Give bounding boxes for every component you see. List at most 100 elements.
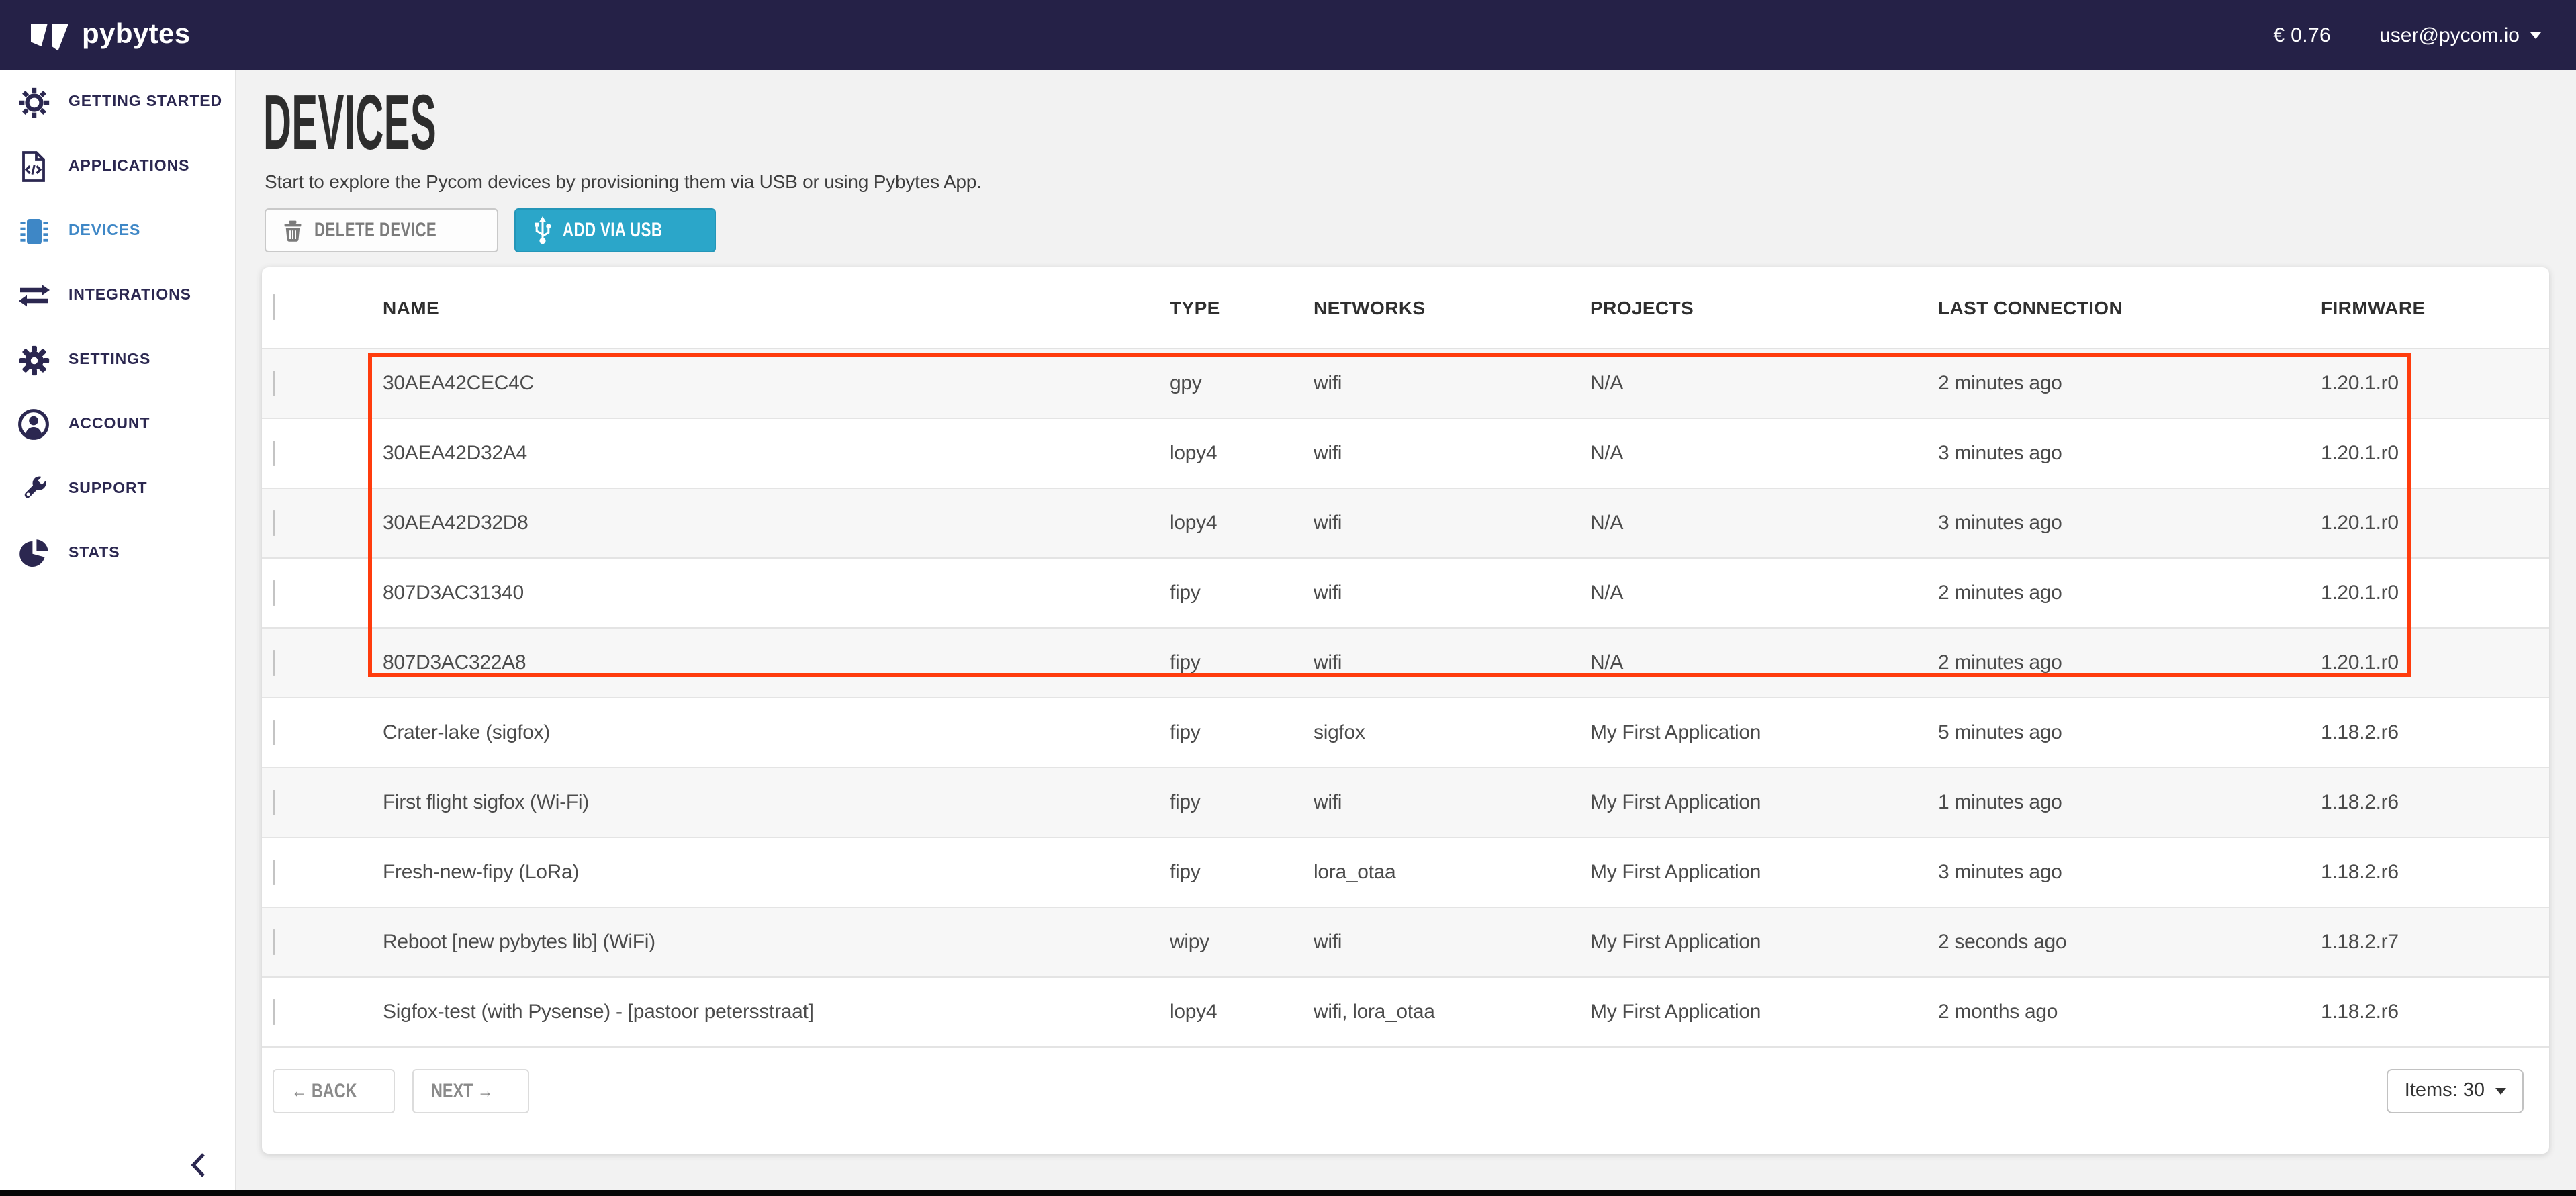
- device-projects: My First Application: [1590, 1001, 1938, 1023]
- sidebar-item-label: INTEGRATIONS: [68, 287, 191, 304]
- device-networks: wifi: [1314, 442, 1590, 465]
- device-firmware: 1.20.1.r0: [2321, 512, 2549, 535]
- sidebar-item-settings[interactable]: SETTINGS: [0, 328, 235, 392]
- device-last-connection: 3 minutes ago: [1938, 512, 2321, 535]
- device-type: fipy: [1170, 721, 1314, 744]
- sidebar-item-applications[interactable]: APPLICATIONS: [0, 134, 235, 199]
- device-networks: wifi, lora_otaa: [1314, 1001, 1590, 1023]
- file-code-icon: [15, 150, 52, 183]
- sidebar-item-stats[interactable]: STATS: [0, 521, 235, 586]
- toolbar: DELETE DEVICE: [265, 208, 2576, 252]
- table-row[interactable]: 807D3AC322A8 fipy wifi N/A 2 minutes ago…: [262, 629, 2549, 698]
- table-row[interactable]: Fresh-new-fipy (LoRa) fipy lora_otaa My …: [262, 838, 2549, 908]
- items-per-page-dropdown[interactable]: Items: 30: [2387, 1068, 2524, 1113]
- swap-arrows-icon: [15, 282, 52, 309]
- device-projects: My First Application: [1590, 791, 1938, 814]
- sidebar-item-account[interactable]: ACCOUNT: [0, 392, 235, 457]
- row-checkbox[interactable]: [273, 789, 275, 815]
- device-networks: wifi: [1314, 372, 1590, 395]
- page-title: DEVICES: [263, 89, 2576, 158]
- row-checkbox[interactable]: [273, 859, 275, 884]
- page-subtitle: Start to explore the Pycom devices by pr…: [265, 171, 2576, 192]
- table-row[interactable]: 30AEA42D32D8 lopy4 wifi N/A 3 minutes ag…: [262, 489, 2549, 559]
- add-via-usb-label: ADD VIA USB: [563, 219, 662, 242]
- row-checkbox[interactable]: [273, 649, 275, 675]
- device-networks: wifi: [1314, 931, 1590, 954]
- sidebar-collapse-chevron[interactable]: [191, 1152, 205, 1177]
- sidebar-item-devices[interactable]: DEVICES: [0, 199, 235, 263]
- column-header-last-connection: LAST CONNECTION: [1938, 297, 2321, 318]
- next-label: NEXT →: [430, 1079, 492, 1102]
- sidebar-item-label: GETTING STARTED: [68, 94, 222, 110]
- device-networks: wifi: [1314, 791, 1590, 814]
- row-checkbox[interactable]: [273, 370, 275, 396]
- screen-bottom-edge: [0, 1190, 2576, 1196]
- pycom-logo-icon: [31, 19, 71, 51]
- wrench-icon: [15, 473, 52, 505]
- device-type: fipy: [1170, 582, 1314, 604]
- device-projects: My First Application: [1590, 861, 1938, 884]
- device-name: First flight sigfox (Wi-Fi): [383, 791, 1170, 814]
- select-all-checkbox[interactable]: [273, 294, 275, 320]
- device-name: 807D3AC322A8: [383, 651, 1170, 674]
- device-last-connection: 5 minutes ago: [1938, 721, 2321, 744]
- sidebar-item-integrations[interactable]: INTEGRATIONS: [0, 263, 235, 328]
- device-type: fipy: [1170, 791, 1314, 814]
- sidebar-item-label: STATS: [68, 545, 120, 561]
- sidebar: GETTING STARTED APPLICATIONS: [0, 70, 236, 1196]
- table-row[interactable]: First flight sigfox (Wi-Fi) fipy wifi My…: [262, 768, 2549, 838]
- device-projects: My First Application: [1590, 931, 1938, 954]
- device-last-connection: 3 minutes ago: [1938, 861, 2321, 884]
- next-button[interactable]: NEXT →: [412, 1068, 528, 1113]
- user-menu[interactable]: user@pycom.io: [2379, 24, 2541, 46]
- row-checkbox[interactable]: [273, 510, 275, 535]
- pagination-bar: ← BACK NEXT → Items: 30: [262, 1038, 2549, 1154]
- sidebar-item-support[interactable]: SUPPORT: [0, 457, 235, 521]
- table-row[interactable]: 807D3AC31340 fipy wifi N/A 2 minutes ago…: [262, 559, 2549, 629]
- device-name: 30AEA42CEC4C: [383, 372, 1170, 395]
- device-projects: N/A: [1590, 512, 1938, 535]
- device-name: 807D3AC31340: [383, 582, 1170, 604]
- row-checkbox[interactable]: [273, 929, 275, 954]
- device-last-connection: 2 seconds ago: [1938, 931, 2321, 954]
- device-last-connection: 3 minutes ago: [1938, 442, 2321, 465]
- devices-table-card: NAME TYPE NETWORKS PROJECTS LAST CONNECT…: [262, 267, 2549, 1154]
- row-checkbox[interactable]: [273, 440, 275, 465]
- device-networks: wifi: [1314, 512, 1590, 535]
- device-name: Fresh-new-fipy (LoRa): [383, 861, 1170, 884]
- row-checkbox[interactable]: [273, 580, 275, 605]
- account-balance: € 0.76: [2273, 24, 2331, 46]
- usb-icon: [533, 216, 552, 244]
- device-name: 30AEA42D32D8: [383, 512, 1170, 535]
- device-firmware: 1.20.1.r0: [2321, 442, 2549, 465]
- row-checkbox[interactable]: [273, 999, 275, 1024]
- device-projects: N/A: [1590, 651, 1938, 674]
- back-button[interactable]: ← BACK: [273, 1068, 394, 1113]
- pybytes-logo[interactable]: pybytes: [31, 19, 191, 51]
- table-row[interactable]: 30AEA42D32A4 lopy4 wifi N/A 3 minutes ag…: [262, 419, 2549, 489]
- column-header-firmware: FIRMWARE: [2321, 297, 2549, 318]
- items-per-page-label: Items: 30: [2405, 1080, 2485, 1101]
- sidebar-item-label: SETTINGS: [68, 352, 150, 368]
- table-row[interactable]: Crater-lake (sigfox) fipy sigfox My Firs…: [262, 698, 2549, 768]
- table-row[interactable]: 30AEA42CEC4C gpy wifi N/A 2 minutes ago …: [262, 349, 2549, 419]
- device-firmware: 1.18.2.r6: [2321, 1001, 2549, 1023]
- table-row[interactable]: Sigfox-test (with Pysense) - [pastoor pe…: [262, 978, 2549, 1048]
- caret-down-icon: [2495, 1087, 2506, 1094]
- user-email: user@pycom.io: [2379, 24, 2520, 46]
- device-type: fipy: [1170, 651, 1314, 674]
- column-header-name: NAME: [383, 297, 1170, 318]
- logo-text: pybytes: [82, 19, 191, 51]
- table-header-row: NAME TYPE NETWORKS PROJECTS LAST CONNECT…: [262, 267, 2549, 349]
- add-via-usb-button[interactable]: ADD VIA USB: [514, 208, 717, 252]
- row-checkbox[interactable]: [273, 719, 275, 745]
- device-networks: sigfox: [1314, 721, 1590, 744]
- device-firmware: 1.18.2.r6: [2321, 791, 2549, 814]
- table-row[interactable]: Reboot [new pybytes lib] (WiFi) wipy wif…: [262, 908, 2549, 978]
- delete-device-button[interactable]: DELETE DEVICE: [265, 208, 498, 252]
- table-body: 30AEA42CEC4C gpy wifi N/A 2 minutes ago …: [262, 349, 2549, 1048]
- device-name: Reboot [new pybytes lib] (WiFi): [383, 931, 1170, 954]
- sidebar-item-getting-started[interactable]: GETTING STARTED: [0, 70, 235, 134]
- person-icon: [15, 408, 52, 441]
- device-firmware: 1.18.2.r7: [2321, 931, 2549, 954]
